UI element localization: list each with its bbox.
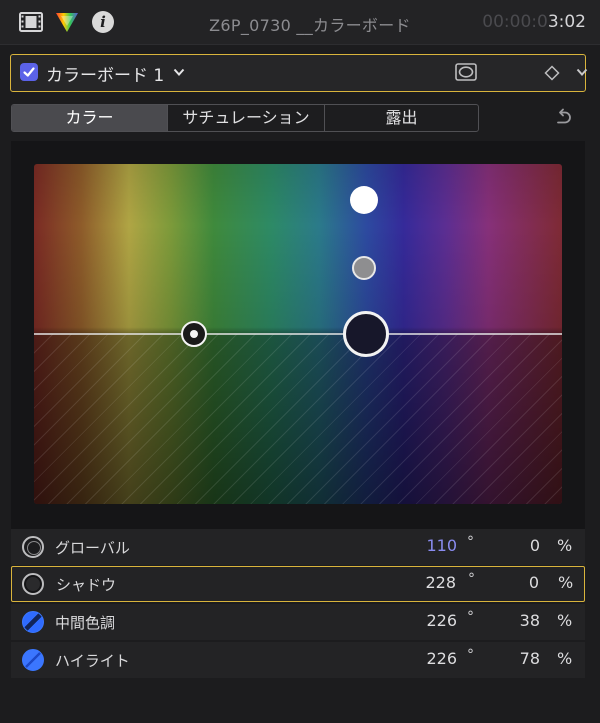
info-icon[interactable]: i [92,11,114,33]
timecode: 00:00:03:02 [482,12,586,32]
color-inspector-icon[interactable] [55,11,79,33]
effect-name-menu[interactable]: カラーボード 1 [46,61,164,86]
param-row-shadows[interactable]: シャドウ 228 ° 0 % [11,566,585,602]
keyframe-diamond-icon[interactable] [544,65,560,81]
effect-enable-checkbox[interactable] [20,63,38,81]
color-board[interactable] [34,164,562,504]
tab-saturation[interactable]: サチュレーション [167,105,324,131]
timecode-current: 3:02 [547,12,586,32]
highlights-puck-icon [22,649,44,671]
angle-field[interactable]: 228 [425,573,456,592]
amount-field[interactable]: 0 [529,573,539,592]
amount-field[interactable]: 78 [520,649,540,668]
neutral-axis-line [34,333,562,335]
param-row-highlights[interactable]: ハイライト 226 ° 78 % [11,642,585,678]
negative-zone-hatch [34,334,562,504]
checkmark-icon [23,67,35,77]
film-icon[interactable] [19,11,43,33]
title-bar: i Z6P_0730 __カラーボード 00:00:03:02 [0,0,600,45]
midtones-puck[interactable] [352,256,376,280]
degree-unit: ° [467,647,474,663]
degree-unit: ° [468,571,475,587]
angle-field[interactable]: 110 [426,536,457,555]
global-puck[interactable] [181,321,207,347]
clip-name: Z6P_0730 __カラーボード [209,16,411,35]
percent-unit: % [558,573,574,592]
global-puck-icon [22,536,44,558]
param-label: グローバル [55,539,130,557]
highlights-puck[interactable] [350,186,378,214]
percent-unit: % [557,611,573,630]
param-row-midtones[interactable]: 中間色調 226 ° 38 % [11,604,585,640]
effect-header-row[interactable]: カラーボード 1 [10,54,588,92]
tab-exposure[interactable]: 露出 [324,105,478,131]
timecode-leading: 00:00:0 [482,12,548,32]
shadows-puck[interactable] [343,311,389,357]
param-row-global[interactable]: グローバル 110 ° 0 % [11,529,585,565]
reset-icon[interactable] [553,108,573,126]
chevron-down-icon[interactable] [173,67,185,77]
tab-color[interactable]: カラー [12,105,167,131]
board-tabs: カラー サチュレーション 露出 [11,104,479,132]
shadows-puck-icon [22,573,44,595]
param-label: ハイライト [55,652,130,670]
param-label: シャドウ [56,576,117,594]
degree-unit: ° [467,609,474,625]
degree-unit: ° [467,534,474,550]
mask-icon[interactable] [455,63,477,81]
amount-field[interactable]: 38 [520,611,540,630]
percent-unit: % [557,536,573,555]
chevron-down-icon[interactable] [576,67,588,77]
param-label: 中間色調 [55,614,116,632]
percent-unit: % [557,649,573,668]
angle-field[interactable]: 226 [426,649,457,668]
midtones-puck-icon [22,611,44,633]
amount-field[interactable]: 0 [530,536,540,555]
angle-field[interactable]: 226 [426,611,457,630]
